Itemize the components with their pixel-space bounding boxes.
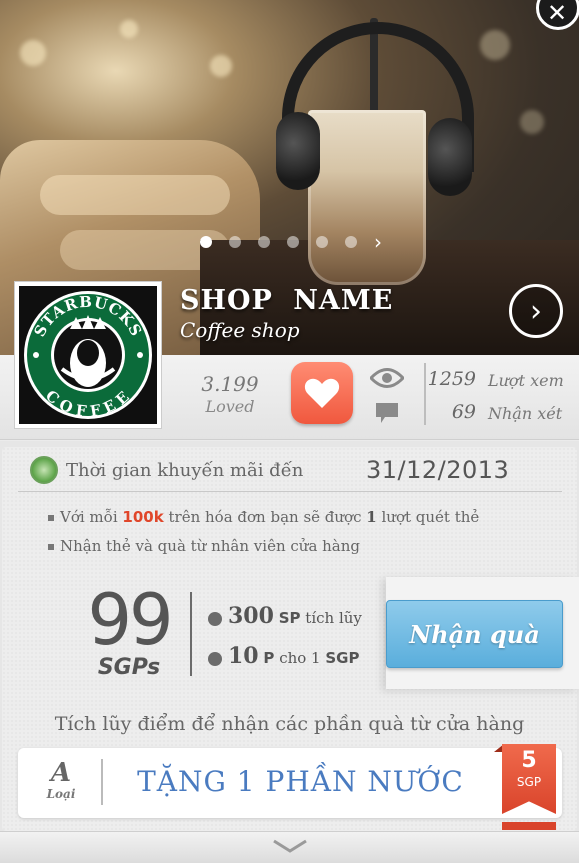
- bokeh-light: [120, 20, 138, 38]
- text: Với mỗi: [60, 508, 118, 526]
- rule-unit: SP: [278, 609, 301, 627]
- gift-cost: 5: [521, 748, 537, 773]
- bokeh-light: [20, 40, 46, 66]
- chevron-right-icon[interactable]: ›: [374, 232, 382, 252]
- text: Nhận thẻ và quà từ nhân viên cửa hàng: [60, 537, 361, 555]
- points-unit: SGPs: [97, 655, 161, 680]
- rule-value: 300: [228, 603, 274, 629]
- text: trên hóa đơn bạn sẽ được: [168, 508, 362, 526]
- shop-type: Coffee shop: [180, 318, 300, 342]
- promo-date: 31/12/2013: [366, 456, 510, 484]
- points-value: 99: [87, 579, 173, 661]
- count: 1: [366, 508, 377, 526]
- promo-rule-2: Nhận thẻ và quà từ nhân viên cửa hàng: [48, 537, 360, 555]
- chevron-right-icon: ›: [530, 293, 542, 329]
- headphones-earcup: [428, 118, 472, 196]
- promo-rule-1: Với mỗi 100k trên hóa đơn bạn sẽ được 1 …: [48, 508, 479, 526]
- bullet-icon: [208, 612, 222, 626]
- promo-label: Thời gian khuyến mãi đến: [66, 460, 304, 481]
- slide-dot[interactable]: [316, 236, 328, 248]
- claim-gift-button[interactable]: Nhận quà: [386, 600, 563, 668]
- slide-dot[interactable]: [345, 236, 357, 248]
- accumulate-text: Tích lũy điểm để nhận các phần quà từ cử…: [54, 713, 525, 735]
- comments-label: Nhận xét: [488, 404, 563, 423]
- starbucks-logo-icon: STARBUCKS COFFEE: [24, 291, 152, 421]
- gift-type: A: [50, 758, 72, 788]
- eye-icon: [370, 368, 404, 388]
- divider: [190, 592, 192, 676]
- points-rule-2: 10 P cho 1 SGP: [208, 643, 359, 669]
- loved-label: Loved: [205, 397, 255, 416]
- bokeh-light: [520, 110, 544, 134]
- headphones-earcup: [276, 112, 320, 190]
- gift-type-label: Loại: [46, 787, 76, 801]
- sofa-cushion: [40, 175, 230, 215]
- points-rule-1: 300 SP tích lũy: [208, 603, 362, 629]
- clock-icon: [30, 456, 58, 484]
- slide-dot[interactable]: [229, 236, 241, 248]
- gift-name[interactable]: TẶNG 1 PHẦN NƯỚC: [103, 765, 498, 798]
- chevron-down-icon[interactable]: [270, 836, 310, 856]
- bokeh-light: [210, 55, 232, 77]
- comments-count: 69: [451, 401, 476, 423]
- rule-value: 10: [228, 643, 259, 669]
- bullet-icon: [48, 515, 54, 521]
- bullet-icon: [48, 544, 54, 550]
- shop-logo: STARBUCKS COFFEE: [14, 281, 162, 429]
- slide-dot[interactable]: [287, 236, 299, 248]
- shop-name: SHOP NAME: [180, 285, 394, 316]
- slide-dot[interactable]: [258, 236, 270, 248]
- close-icon: ✕: [546, 0, 568, 27]
- loved-count: 3.199: [201, 372, 259, 396]
- rule-text: cho 1: [279, 649, 321, 667]
- love-button[interactable]: [291, 362, 353, 424]
- heart-icon: [304, 378, 340, 408]
- next-gift-ribbon: [502, 822, 556, 830]
- rule-unit: P: [263, 649, 275, 667]
- slide-indicator[interactable]: ›: [200, 232, 382, 252]
- amount-highlight: 100k: [122, 508, 164, 526]
- rule-target: SGP: [325, 649, 360, 667]
- text: lượt quét thẻ: [381, 508, 480, 526]
- views-count: 1259: [427, 368, 476, 390]
- comment-icon: [376, 403, 398, 423]
- slide-dot[interactable]: [200, 236, 212, 248]
- views-label: Lượt xem: [488, 371, 564, 390]
- rule-text: tích lũy: [305, 609, 362, 627]
- bullet-icon: [208, 652, 222, 666]
- gift-cost-unit: SGP: [516, 775, 542, 789]
- bokeh-light: [480, 30, 510, 60]
- next-shop-button[interactable]: ›: [509, 284, 563, 338]
